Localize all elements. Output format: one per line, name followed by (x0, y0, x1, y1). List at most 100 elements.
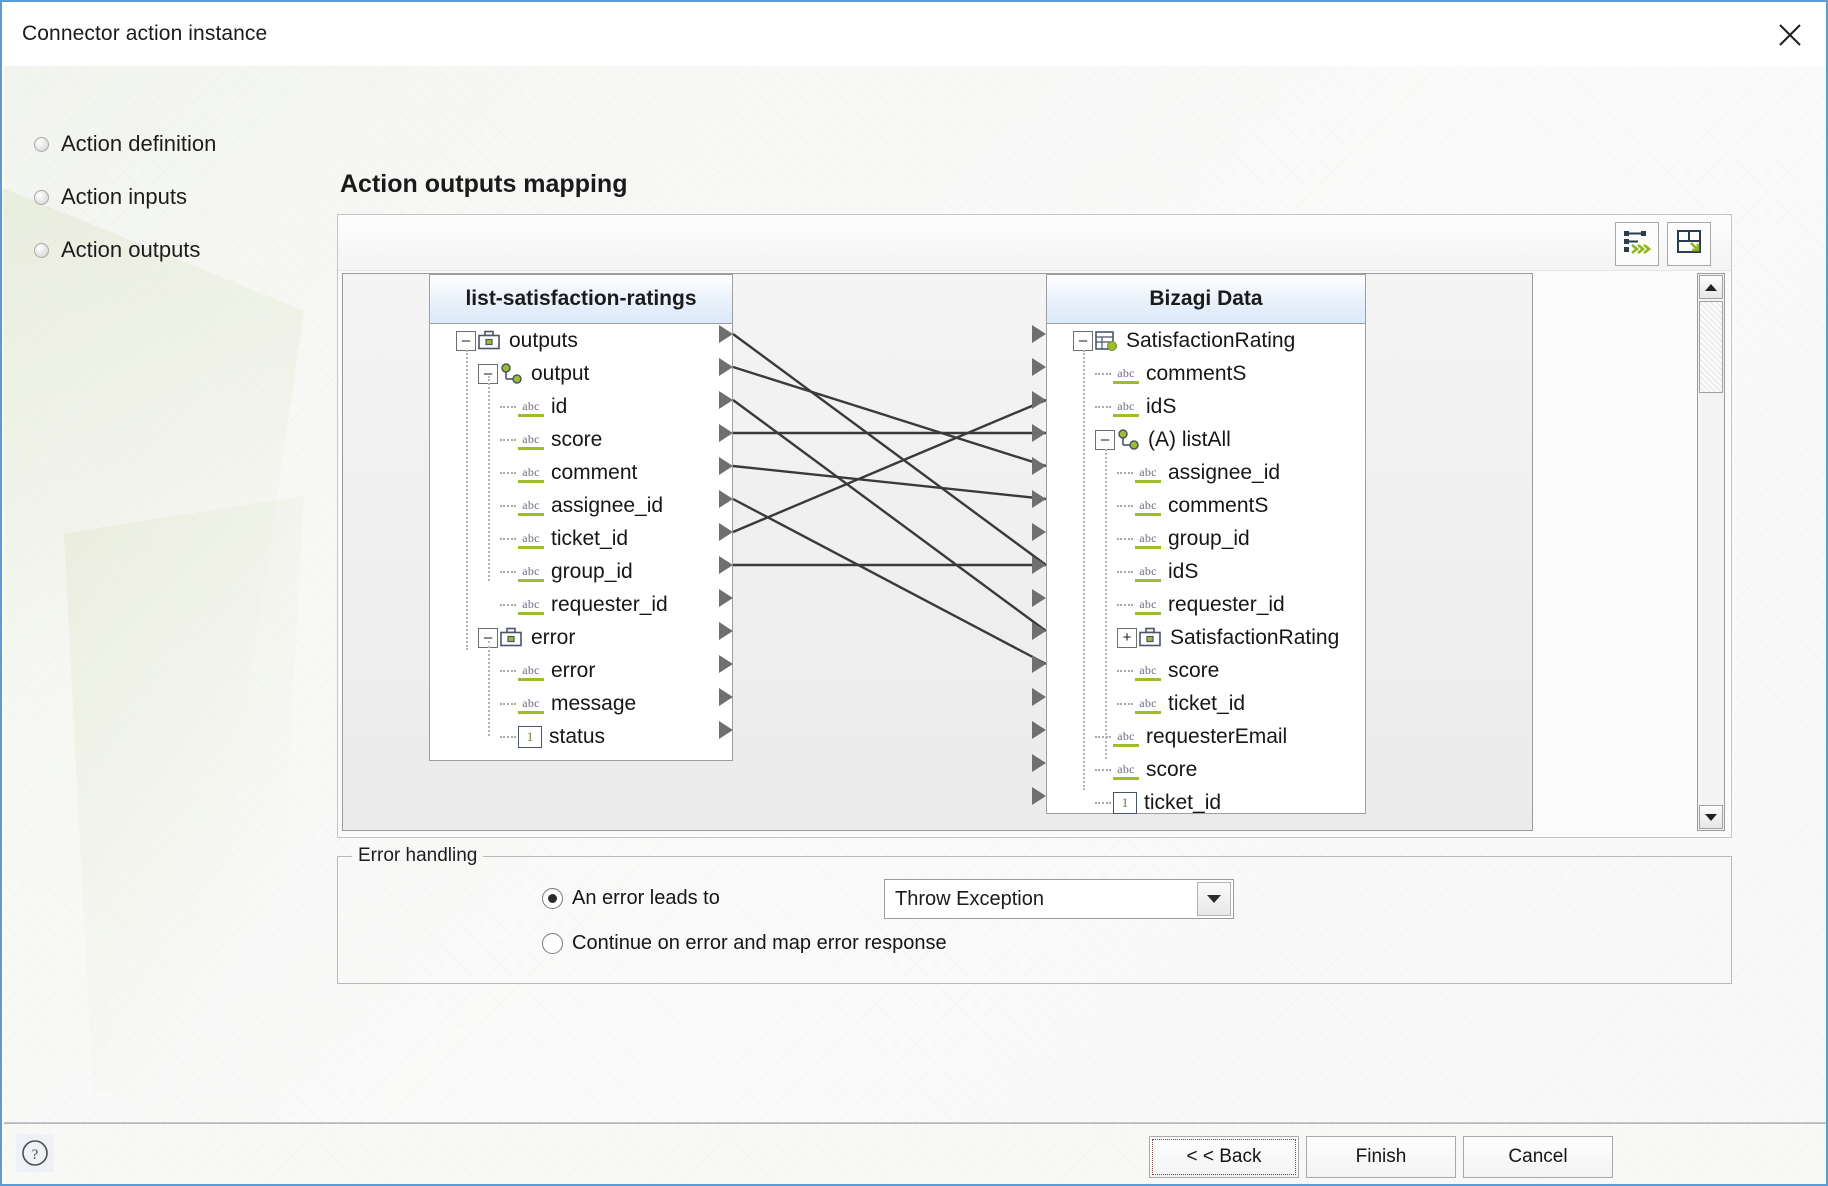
mapping-port[interactable] (1032, 391, 1046, 409)
mapping-port[interactable] (1032, 622, 1046, 640)
mapping-port[interactable] (719, 688, 733, 706)
mapping-port[interactable] (719, 358, 733, 376)
mapping-port[interactable] (719, 523, 733, 541)
chevron-down-icon[interactable] (1197, 882, 1231, 916)
vertical-scrollbar[interactable] (1697, 273, 1725, 831)
tree-node[interactable]: abc commentS (1047, 357, 1365, 390)
scroll-up-button[interactable] (1699, 275, 1723, 299)
tree-node-label: idS (1168, 559, 1199, 583)
scrollbar-thumb[interactable] (1699, 301, 1723, 393)
tree-branch-line (500, 537, 516, 540)
tree-node[interactable]: abc commentS (1047, 489, 1365, 522)
step-bullet-icon (34, 189, 49, 205)
mapping-port[interactable] (719, 457, 733, 475)
tree-node[interactable]: abc idS (1047, 555, 1365, 588)
tree-node-label: SatisfactionRating (1170, 625, 1340, 649)
radio-continue-on-error[interactable]: Continue on error and map error response (542, 932, 947, 955)
mapping-port[interactable] (719, 589, 733, 607)
expand-node-icon[interactable]: + (1117, 627, 1137, 648)
mapping-port[interactable] (1032, 556, 1046, 574)
mapping-port[interactable] (719, 391, 733, 409)
cancel-button[interactable]: Cancel (1463, 1136, 1613, 1178)
fit-to-window-button[interactable] (1667, 222, 1711, 266)
collapse-node-icon[interactable]: – (1095, 429, 1115, 450)
mapping-port[interactable] (719, 490, 733, 508)
mapping-port[interactable] (1032, 688, 1046, 706)
mapping-port[interactable] (719, 655, 733, 673)
mapping-port[interactable] (719, 424, 733, 442)
sidebar-item-action-inputs[interactable]: Action inputs (34, 179, 334, 215)
tree-node[interactable]: abc score (1047, 753, 1365, 786)
sidebar-item-action-definition[interactable]: Action definition (34, 126, 334, 162)
collapse-node-icon[interactable]: – (1073, 330, 1093, 351)
tree-node[interactable]: abc score (430, 423, 732, 456)
mapping-port[interactable] (719, 721, 733, 739)
auto-map-button[interactable] (1615, 222, 1659, 266)
mapping-port[interactable] (1032, 589, 1046, 607)
tree-node[interactable]: + SatisfactionRating (1047, 621, 1365, 654)
abc-type-icon: abc (518, 528, 544, 549)
tree-node[interactable]: abc assignee_id (1047, 456, 1365, 489)
tree-node[interactable]: – SatisfactionRating (1047, 324, 1365, 357)
dialog-body: Action definition Action inputs Action o… (2, 66, 1826, 1123)
tree-node[interactable]: abc group_id (1047, 522, 1365, 555)
collapse-node-icon[interactable]: – (456, 330, 476, 351)
mapping-port[interactable] (1032, 721, 1046, 739)
abc-type-icon: abc (518, 660, 544, 681)
tree-node[interactable]: abc ticket_id (1047, 687, 1365, 720)
source-tree-header: list-satisfaction-ratings (430, 275, 732, 324)
error-handling-group: Error handling An error leads to Throw E… (337, 845, 1732, 984)
tree-node-label: status (549, 724, 606, 748)
mapping-port[interactable] (1032, 457, 1046, 475)
tree-node[interactable]: abc requester_id (430, 588, 732, 621)
tree-node[interactable]: – error (430, 621, 732, 654)
tree-node[interactable]: abc id (430, 390, 732, 423)
scroll-down-button[interactable] (1699, 805, 1723, 829)
tree-branch-line (500, 702, 516, 705)
sidebar-item-action-outputs[interactable]: Action outputs (34, 232, 334, 268)
radio-an-error-leads-to[interactable]: An error leads to (542, 887, 720, 910)
tree-node[interactable]: abc message (430, 687, 732, 720)
mapping-port[interactable] (1032, 358, 1046, 376)
mapping-canvas: list-satisfaction-ratings – outputs – outpu… (342, 273, 1533, 831)
tree-node[interactable]: abc error (430, 654, 732, 687)
tree-node[interactable]: abc group_id (430, 555, 732, 588)
radio-button-selected-icon[interactable] (542, 888, 563, 909)
mapping-port[interactable] (1032, 424, 1046, 442)
finish-button[interactable]: Finish (1306, 1136, 1456, 1178)
tree-node-label: idS (1146, 394, 1177, 418)
back-button[interactable]: < < Back (1149, 1136, 1299, 1178)
background-watermark-shape (2, 186, 304, 966)
tree-node[interactable]: – outputs (430, 324, 732, 357)
tree-node[interactable]: abc ticket_id (430, 522, 732, 555)
abc-type-icon: abc (1135, 495, 1161, 516)
tree-node[interactable]: abc requester_id (1047, 588, 1365, 621)
entity-table-icon (1093, 330, 1119, 352)
tree-node-label: outputs (509, 328, 578, 352)
tree-node[interactable]: – output (430, 357, 732, 390)
tree-node-label: ticket_id (1144, 790, 1222, 814)
mapping-port[interactable] (1032, 754, 1046, 772)
mapping-port[interactable] (1032, 523, 1046, 541)
help-icon[interactable]: ? (16, 1134, 54, 1172)
close-icon[interactable] (1768, 14, 1812, 56)
tree-node[interactable]: abc score (1047, 654, 1365, 687)
mapping-port[interactable] (719, 325, 733, 343)
tree-node[interactable]: abc comment (430, 456, 732, 489)
title-bar: Connector action instance (4, 4, 1826, 67)
tree-node[interactable]: 1 ticket_id (1047, 786, 1365, 819)
tree-node[interactable]: abc idS (1047, 390, 1365, 423)
error-action-dropdown[interactable]: Throw Exception (884, 879, 1234, 919)
tree-node[interactable]: abc requesterEmail (1047, 720, 1365, 753)
tree-node[interactable]: abc assignee_id (430, 489, 732, 522)
mapping-port[interactable] (1032, 655, 1046, 673)
mapping-port[interactable] (1032, 787, 1046, 805)
mapping-port[interactable] (1032, 490, 1046, 508)
mapping-port[interactable] (719, 622, 733, 640)
tree-node[interactable]: – (A) listAll (1047, 423, 1365, 456)
tree-node-label: id (551, 394, 568, 418)
tree-node[interactable]: 1 status (430, 720, 732, 753)
mapping-port[interactable] (1032, 325, 1046, 343)
radio-button-icon[interactable] (542, 933, 563, 954)
mapping-port[interactable] (719, 556, 733, 574)
